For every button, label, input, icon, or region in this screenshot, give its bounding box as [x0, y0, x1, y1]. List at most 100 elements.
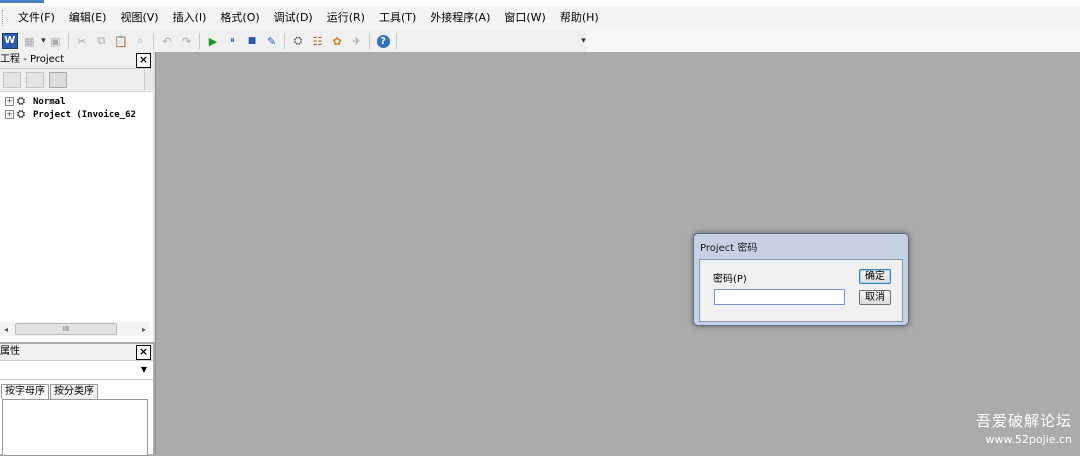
dialog-body: 密码(P) 确定 取消 — [699, 259, 903, 322]
project-explorer-icon: ⛭ — [293, 34, 303, 47]
save-button[interactable]: ▣ — [47, 32, 65, 50]
redo-button[interactable]: ↷ — [178, 32, 196, 50]
menubar-grip[interactable] — [2, 10, 7, 26]
design-mode-button[interactable]: ✎ — [263, 32, 281, 50]
break-button[interactable]: ⏸ — [224, 32, 242, 50]
toolbar-separator — [395, 33, 397, 49]
reset-icon: ■ — [247, 36, 257, 46]
redo-icon: ↷ — [181, 34, 192, 48]
standard-toolbar: W ▦ ▾ ▣ ✂ ⧉ 📋 ⌕ ↶ ↷ ▶ ⏸ ■ ✎ ⛭ ☷ ✿ ✈ ? ▾ — [0, 30, 586, 53]
vba-project-icon: ⛭ — [17, 96, 25, 107]
menu-debug[interactable]: 调试(D) — [267, 6, 320, 30]
save-icon: ▣ — [50, 34, 61, 48]
properties-panel-titlebar: 属性 × — [0, 344, 153, 361]
properties-grid[interactable] — [2, 399, 148, 456]
run-button[interactable]: ▶ — [204, 32, 222, 50]
paste-button[interactable]: 📋 — [112, 32, 130, 50]
menu-addins[interactable]: 外接程序(A) — [423, 6, 497, 30]
view-code-button[interactable] — [3, 72, 21, 88]
toolbar-separator — [153, 33, 155, 49]
properties-tabs: 按字母序 按分类序 — [0, 384, 153, 399]
find-button[interactable]: ⌕ — [132, 32, 150, 50]
watermark: 吾爱破解论坛 www.52pojie.cn — [976, 410, 1072, 446]
scroll-right-icon[interactable]: ▸ — [138, 325, 150, 334]
project-panel-title: 工程 - Project — [0, 54, 65, 65]
dialog-title: Project 密码 — [700, 243, 758, 254]
watermark-url: www.52pojie.cn — [985, 433, 1072, 446]
properties-panel-close-icon[interactable]: × — [136, 344, 151, 360]
menu-edit[interactable]: 编辑(E) — [62, 6, 114, 30]
find-icon: ⌕ — [137, 34, 144, 47]
menu-window[interactable]: 窗口(W) — [497, 6, 552, 30]
insert-userform-button[interactable]: ▦ — [21, 32, 39, 50]
insert-userform-icon: ▦ — [24, 34, 35, 48]
project-explorer-button[interactable]: ⛭ — [289, 32, 307, 50]
object-selector[interactable]: ▼ — [0, 361, 153, 380]
expand-icon[interactable]: + — [5, 110, 14, 119]
menubar: 文件(F) 编辑(E) 视图(V) 插入(I) 格式(O) 调试(D) 运行(R… — [0, 6, 1080, 30]
tree-item-normal[interactable]: + ⛭ Normal — [0, 95, 153, 108]
word-button[interactable]: W — [1, 32, 19, 50]
undo-icon: ↶ — [162, 34, 172, 48]
project-password-dialog: Project 密码 密码(P) 确定 取消 — [693, 233, 909, 326]
copy-icon: ⧉ — [97, 34, 106, 47]
tree-item-label: Normal — [33, 96, 66, 107]
design-mode-icon: ✎ — [266, 34, 277, 48]
tab-categorized[interactable]: 按分类序 — [50, 384, 98, 399]
menu-file[interactable]: 文件(F) — [11, 6, 62, 30]
toolbar-separator — [199, 33, 201, 49]
menu-tools[interactable]: 工具(T) — [372, 6, 423, 30]
properties-window-button[interactable]: ☷ — [309, 32, 327, 50]
menu-insert[interactable]: 插入(I) — [166, 6, 214, 30]
reset-button[interactable]: ■ — [243, 32, 261, 50]
project-horizontal-scrollbar[interactable]: ◂ III ▸ — [0, 322, 150, 336]
menu-format[interactable]: 格式(O) — [213, 6, 266, 30]
menu-help[interactable]: 帮助(H) — [553, 6, 606, 30]
view-object-button[interactable] — [26, 72, 44, 88]
expand-icon[interactable]: + — [5, 97, 14, 106]
scroll-left-icon[interactable]: ◂ — [0, 325, 12, 334]
cut-button[interactable]: ✂ — [73, 32, 91, 50]
password-input[interactable] — [714, 289, 845, 305]
object-browser-icon: ✿ — [332, 34, 342, 48]
tree-item-label: Project (Invoice_62 — [33, 109, 136, 120]
project-panel-titlebar: 工程 - Project × — [0, 52, 153, 69]
scroll-thumb[interactable]: III — [15, 323, 117, 335]
word-icon: W — [1, 33, 18, 49]
project-panel-toolbar — [0, 69, 153, 92]
chevron-down-icon[interactable]: ▼ — [141, 365, 147, 374]
paste-icon: 📋 — [114, 34, 128, 48]
properties-panel-title: 属性 — [0, 346, 20, 357]
toolbar-empty-area — [586, 30, 1080, 53]
copy-button[interactable]: ⧉ — [93, 32, 111, 50]
break-icon: ⏸ — [230, 36, 235, 46]
properties-window-icon: ☷ — [312, 34, 323, 48]
ok-button[interactable]: 确定 — [859, 269, 891, 284]
code-window-area — [155, 52, 1080, 454]
toolbar-separator — [369, 33, 371, 49]
active-tab-indicator — [0, 0, 44, 3]
password-label: 密码(P) — [713, 274, 747, 285]
cursor-position-display — [404, 33, 579, 49]
cancel-button[interactable]: 取消 — [859, 290, 891, 305]
help-button[interactable]: ? — [374, 32, 392, 50]
toolbox-button[interactable]: ✈ — [348, 32, 366, 50]
menu-run[interactable]: 运行(R) — [320, 6, 372, 30]
menu-view[interactable]: 视图(V) — [113, 6, 165, 30]
vba-project-icon: ⛭ — [17, 109, 25, 120]
run-icon: ▶ — [208, 34, 218, 48]
toolbar-separator — [68, 33, 70, 49]
object-browser-button[interactable]: ✿ — [328, 32, 346, 50]
toolbar-separator — [284, 33, 286, 49]
properties-panel: 属性 × ▼ 按字母序 按分类序 — [0, 344, 153, 456]
project-panel-close-icon[interactable]: × — [136, 52, 151, 68]
toggle-folders-button[interactable] — [49, 72, 67, 88]
tab-alphabetic[interactable]: 按字母序 — [1, 384, 49, 399]
insert-dropdown-icon[interactable]: ▾ — [41, 36, 46, 46]
watermark-title: 吾爱破解论坛 — [975, 412, 1072, 430]
help-icon: ? — [376, 34, 390, 48]
undo-button[interactable]: ↶ — [158, 32, 176, 50]
project-toolbar-scroll[interactable] — [144, 70, 153, 90]
tree-item-project[interactable]: + ⛭ Project (Invoice_62 — [0, 108, 153, 121]
project-tree: + ⛭ Normal + ⛭ Project (Invoice_62 — [0, 92, 153, 121]
